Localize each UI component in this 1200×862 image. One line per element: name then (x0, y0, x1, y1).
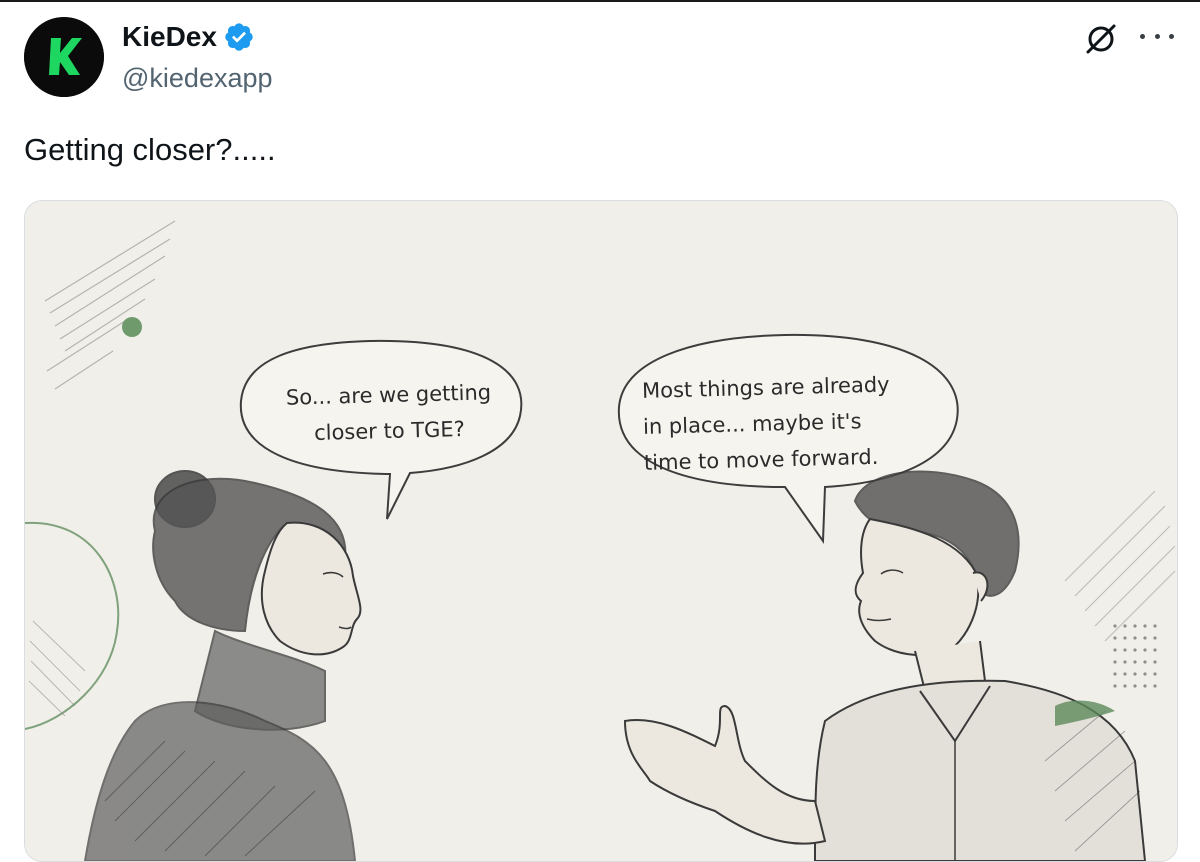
bubble-left-text: So... are we getting closer to TGE? (258, 374, 520, 453)
author-name-row[interactable]: KieDex (122, 20, 255, 54)
bubble-left-line1: So... are we getting (285, 380, 492, 410)
grok-button[interactable] (1082, 20, 1120, 58)
more-horizontal-icon (1140, 33, 1145, 39)
bubble-left-line2: closer to TGE? (313, 417, 466, 445)
top-border (0, 0, 1200, 2)
sketch-illustration (25, 201, 1177, 861)
green-dot (122, 317, 142, 337)
more-dot (1169, 33, 1174, 39)
more-dot (1154, 33, 1160, 39)
tweet-media[interactable]: So... are we getting closer to TGE? Most… (24, 200, 1178, 862)
avatar[interactable] (24, 17, 104, 97)
more-button[interactable] (1140, 26, 1174, 46)
author-name[interactable]: KieDex (122, 20, 217, 54)
kiedex-logo (24, 17, 104, 97)
verified-badge-icon[interactable] (223, 21, 255, 53)
author-handle[interactable]: @kiedexapp (122, 62, 273, 94)
grok-icon (1086, 24, 1116, 54)
tweet-text: Getting closer?..... (24, 132, 276, 167)
bubble-right-text: Most things are already in place... mayb… (642, 365, 945, 481)
